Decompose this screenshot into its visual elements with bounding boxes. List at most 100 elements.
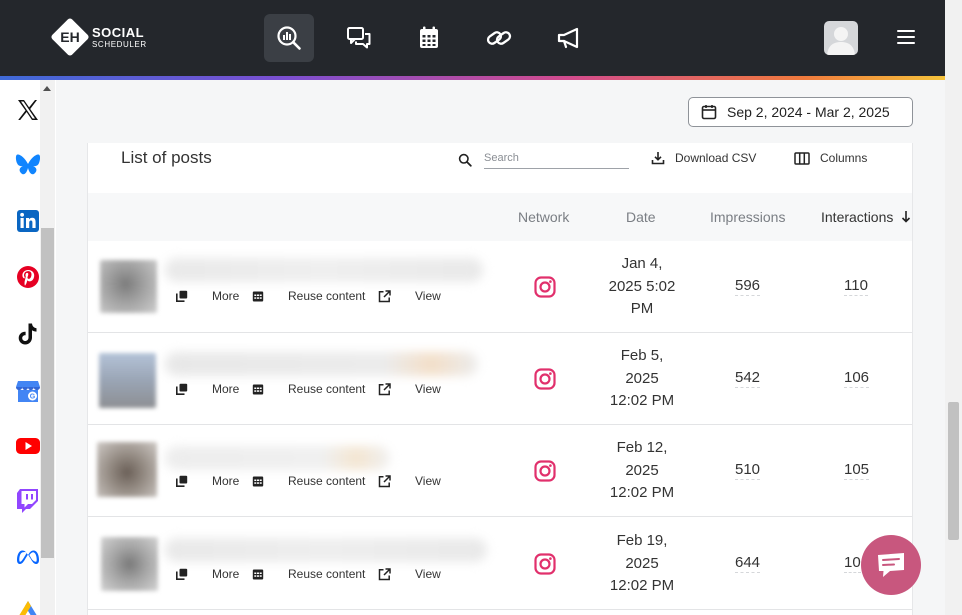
impressions-value: 510 [735,461,761,480]
youtube-network-button[interactable] [14,432,42,460]
search-area [458,150,472,167]
columns-button[interactable]: Columns [794,151,867,165]
analytics-icon [277,26,301,50]
sidebar-scrollbar-thumb[interactable] [41,228,54,558]
logo-text: SOCIAL SCHEDULER [92,26,147,49]
menu-icon [897,30,915,32]
instagram-icon [534,553,556,575]
more-button[interactable]: More [176,382,239,396]
bluesky-network-button[interactable] [14,151,42,179]
scroll-up-arrow-icon[interactable] [43,86,51,91]
nav-campaigns-button[interactable] [544,14,594,62]
post-thumbnail[interactable] [97,442,157,497]
header-interactions[interactable]: Interactions [821,209,911,225]
more-button[interactable]: More [176,567,239,581]
twitch-network-button[interactable] [14,487,42,515]
nav-calendar-button[interactable] [404,14,454,62]
post-date: Feb 5, 2025 12:02 PM [597,345,687,413]
post-date-line: 12:02 PM [609,577,675,594]
reuse-content-button-label: Reuse content [288,474,366,488]
more-button-label: More [212,567,240,581]
menu-button[interactable] [897,30,915,46]
more-icon [176,568,200,580]
reuse-content-button[interactable]: Reuse content [252,382,365,396]
post-thumbnail[interactable] [99,353,156,408]
download-csv-label: Download CSV [675,151,757,165]
google-ads-network-button[interactable] [14,596,42,615]
more-button-label: More [212,382,240,396]
post-date-line: 2025 [625,369,659,387]
logo-line1: SOCIAL [92,24,145,40]
date-range-label: Sep 2, 2024 - Mar 2, 2025 [727,104,890,120]
calendar-icon [701,105,717,120]
logo-mark: EH [50,17,90,57]
app-logo[interactable]: EH SOCIAL SCHEDULER [50,17,147,57]
post-caption-blurred [165,258,483,282]
reuse-content-button[interactable]: Reuse content [252,289,365,303]
page-scrollbar-thumb[interactable] [948,402,959,540]
calendar-icon [252,568,276,580]
user-icon [827,27,855,55]
more-button[interactable]: More [176,474,239,488]
linkedin-network-button[interactable] [14,207,42,235]
sidebar-scrollbar[interactable] [40,80,55,615]
more-button[interactable]: More [176,289,239,303]
more-button-label: More [212,289,240,303]
interactions-value: 10 [844,554,861,573]
view-button-label: View [415,567,441,581]
tiktok-icon [18,323,37,345]
megaphone-icon [557,27,579,49]
post-thumbnail[interactable] [100,260,157,313]
post-date-line: PM [630,300,654,317]
nav-links-button[interactable] [474,14,524,62]
interactions-value: 105 [844,461,870,480]
chat-icon [878,553,904,577]
post-date: Feb 19, 2025 12:02 PM [597,530,687,598]
pinterest-icon [17,266,39,288]
instagram-icon [534,460,556,482]
view-button[interactable]: View [378,567,441,581]
interactions-value: 106 [844,369,870,388]
download-csv-button[interactable]: Download CSV [651,151,756,165]
reuse-content-button-label: Reuse content [288,567,366,581]
meta-icon [17,550,39,564]
header-impressions[interactable]: Impressions [710,209,785,225]
table-header [88,193,912,241]
x-network-button[interactable] [14,96,42,124]
view-button[interactable]: View [378,382,441,396]
post-thumbnail[interactable] [101,537,158,591]
calendar-icon [420,26,438,48]
download-icon [651,152,665,165]
view-button-label: View [415,474,441,488]
pinterest-network-button[interactable] [14,263,42,291]
reuse-content-button[interactable]: Reuse content [252,474,365,488]
post-date-line: 2025 [625,461,659,479]
reuse-content-button-label: Reuse content [288,289,366,303]
reuse-content-button[interactable]: Reuse content [252,567,365,581]
post-date-line: 12:02 PM [609,484,675,501]
linkedin-icon [17,210,39,232]
date-range-picker[interactable]: Sep 2, 2024 - Mar 2, 2025 [688,97,913,127]
more-icon [176,475,200,487]
view-button[interactable]: View [378,474,441,488]
chat-support-button[interactable] [861,535,921,595]
page-scrollbar[interactable] [945,0,962,615]
impressions-value: 596 [735,277,761,296]
nav-messages-button[interactable] [334,14,384,62]
tiktok-network-button[interactable] [14,320,42,348]
header-network[interactable]: Network [518,209,569,225]
search-input[interactable]: Search [484,150,629,169]
user-avatar[interactable] [824,21,858,55]
meta-network-button[interactable] [14,543,42,571]
interactions-value: 110 [844,277,868,296]
reuse-content-button-label: Reuse content [288,382,366,396]
table-row [88,425,912,517]
table-row [88,333,912,425]
header-date[interactable]: Date [626,209,656,225]
external-link-icon [378,567,403,581]
google-business-icon: G [16,381,40,402]
nav-analytics-button[interactable] [264,14,314,62]
view-button[interactable]: View [378,289,441,303]
external-link-icon [378,289,403,303]
google-business-network-button[interactable]: G [14,377,42,405]
